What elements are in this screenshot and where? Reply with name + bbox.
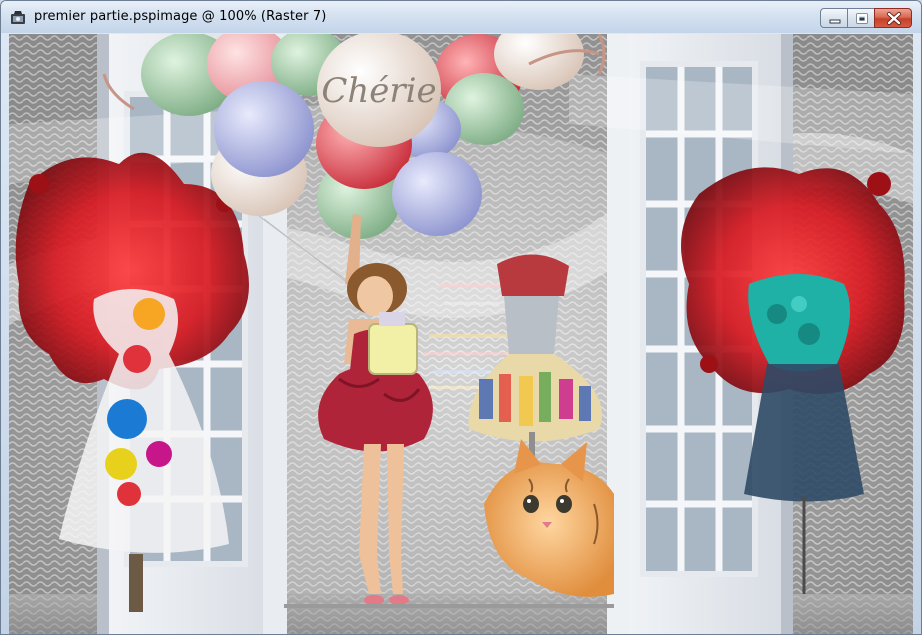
window-controls	[820, 8, 912, 28]
paintshop-pro-icon[interactable]	[10, 9, 26, 25]
artwork: Chérie	[9, 34, 913, 634]
minimize-icon	[829, 19, 841, 24]
maximize-button[interactable]	[847, 8, 875, 28]
minimize-button[interactable]	[820, 8, 848, 28]
title-bar[interactable]: premier partie.pspimage @ 100% (Raster 7…	[1, 1, 921, 33]
image-canvas[interactable]: Chérie	[9, 34, 913, 634]
maximize-icon	[856, 13, 868, 24]
window-title: premier partie.pspimage @ 100% (Raster 7…	[34, 9, 327, 24]
app-window: premier partie.pspimage @ 100% (Raster 7…	[0, 0, 922, 635]
close-button[interactable]	[874, 8, 912, 28]
cherie-caption: Chérie	[321, 71, 436, 111]
close-icon	[887, 12, 901, 25]
